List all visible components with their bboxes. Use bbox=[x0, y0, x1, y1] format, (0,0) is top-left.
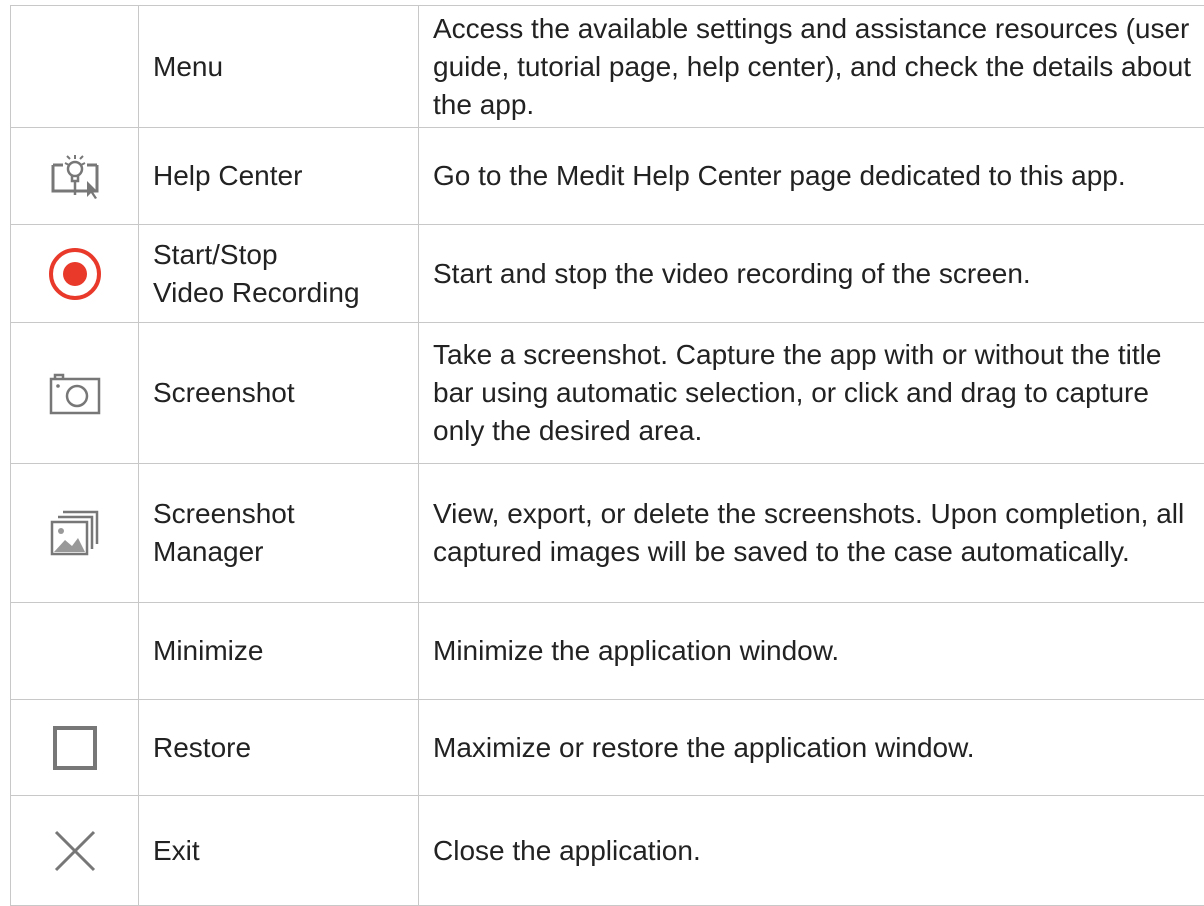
icon-cell bbox=[11, 128, 139, 225]
feature-description: Take a screenshot. Capture the app with … bbox=[419, 323, 1204, 464]
icon-cell bbox=[11, 464, 139, 603]
icon-cell bbox=[11, 6, 139, 128]
table-row: Minimize Minimize the application window… bbox=[11, 603, 1204, 700]
feature-description: Go to the Medit Help Center page dedicat… bbox=[419, 128, 1204, 225]
table-row: Menu Access the available settings and a… bbox=[11, 6, 1204, 128]
feature-description: Start and stop the video recording of th… bbox=[419, 225, 1204, 323]
icon-cell bbox=[11, 603, 139, 700]
table-row: Screenshot Take a screenshot. Capture th… bbox=[11, 323, 1204, 464]
table-row: Exit Close the application. bbox=[11, 796, 1204, 906]
restore-icon bbox=[52, 725, 98, 771]
help-center-icon bbox=[47, 151, 103, 201]
feature-description: Minimize the application window. bbox=[419, 603, 1204, 700]
feature-name: Help Center bbox=[139, 128, 419, 225]
feature-name: Screenshot Manager bbox=[139, 464, 419, 603]
feature-name: Start/Stop Video Recording bbox=[139, 225, 419, 323]
close-icon bbox=[52, 828, 98, 874]
table-row: Screenshot Manager View, export, or dele… bbox=[11, 464, 1204, 603]
feature-name: Exit bbox=[139, 796, 419, 906]
record-icon bbox=[47, 246, 103, 302]
feature-name: Restore bbox=[139, 700, 419, 796]
icon-cell bbox=[11, 796, 139, 906]
feature-name: Screenshot bbox=[139, 323, 419, 464]
feature-description: Close the application. bbox=[419, 796, 1204, 906]
feature-table: Menu Access the available settings and a… bbox=[10, 5, 1204, 906]
icon-cell bbox=[11, 700, 139, 796]
feature-name: Menu bbox=[139, 6, 419, 128]
feature-description: Maximize or restore the application wind… bbox=[419, 700, 1204, 796]
gallery-icon bbox=[47, 508, 103, 558]
feature-description: View, export, or delete the screenshots.… bbox=[419, 464, 1204, 603]
table-row: Restore Maximize or restore the applicat… bbox=[11, 700, 1204, 796]
feature-description: Access the available settings and assist… bbox=[419, 6, 1204, 128]
table-row: Start/Stop Video Recording Start and sto… bbox=[11, 225, 1204, 323]
feature-name: Minimize bbox=[139, 603, 419, 700]
icon-cell bbox=[11, 323, 139, 464]
table-row: Help Center Go to the Medit Help Center … bbox=[11, 128, 1204, 225]
camera-icon bbox=[47, 370, 103, 416]
icon-cell bbox=[11, 225, 139, 323]
